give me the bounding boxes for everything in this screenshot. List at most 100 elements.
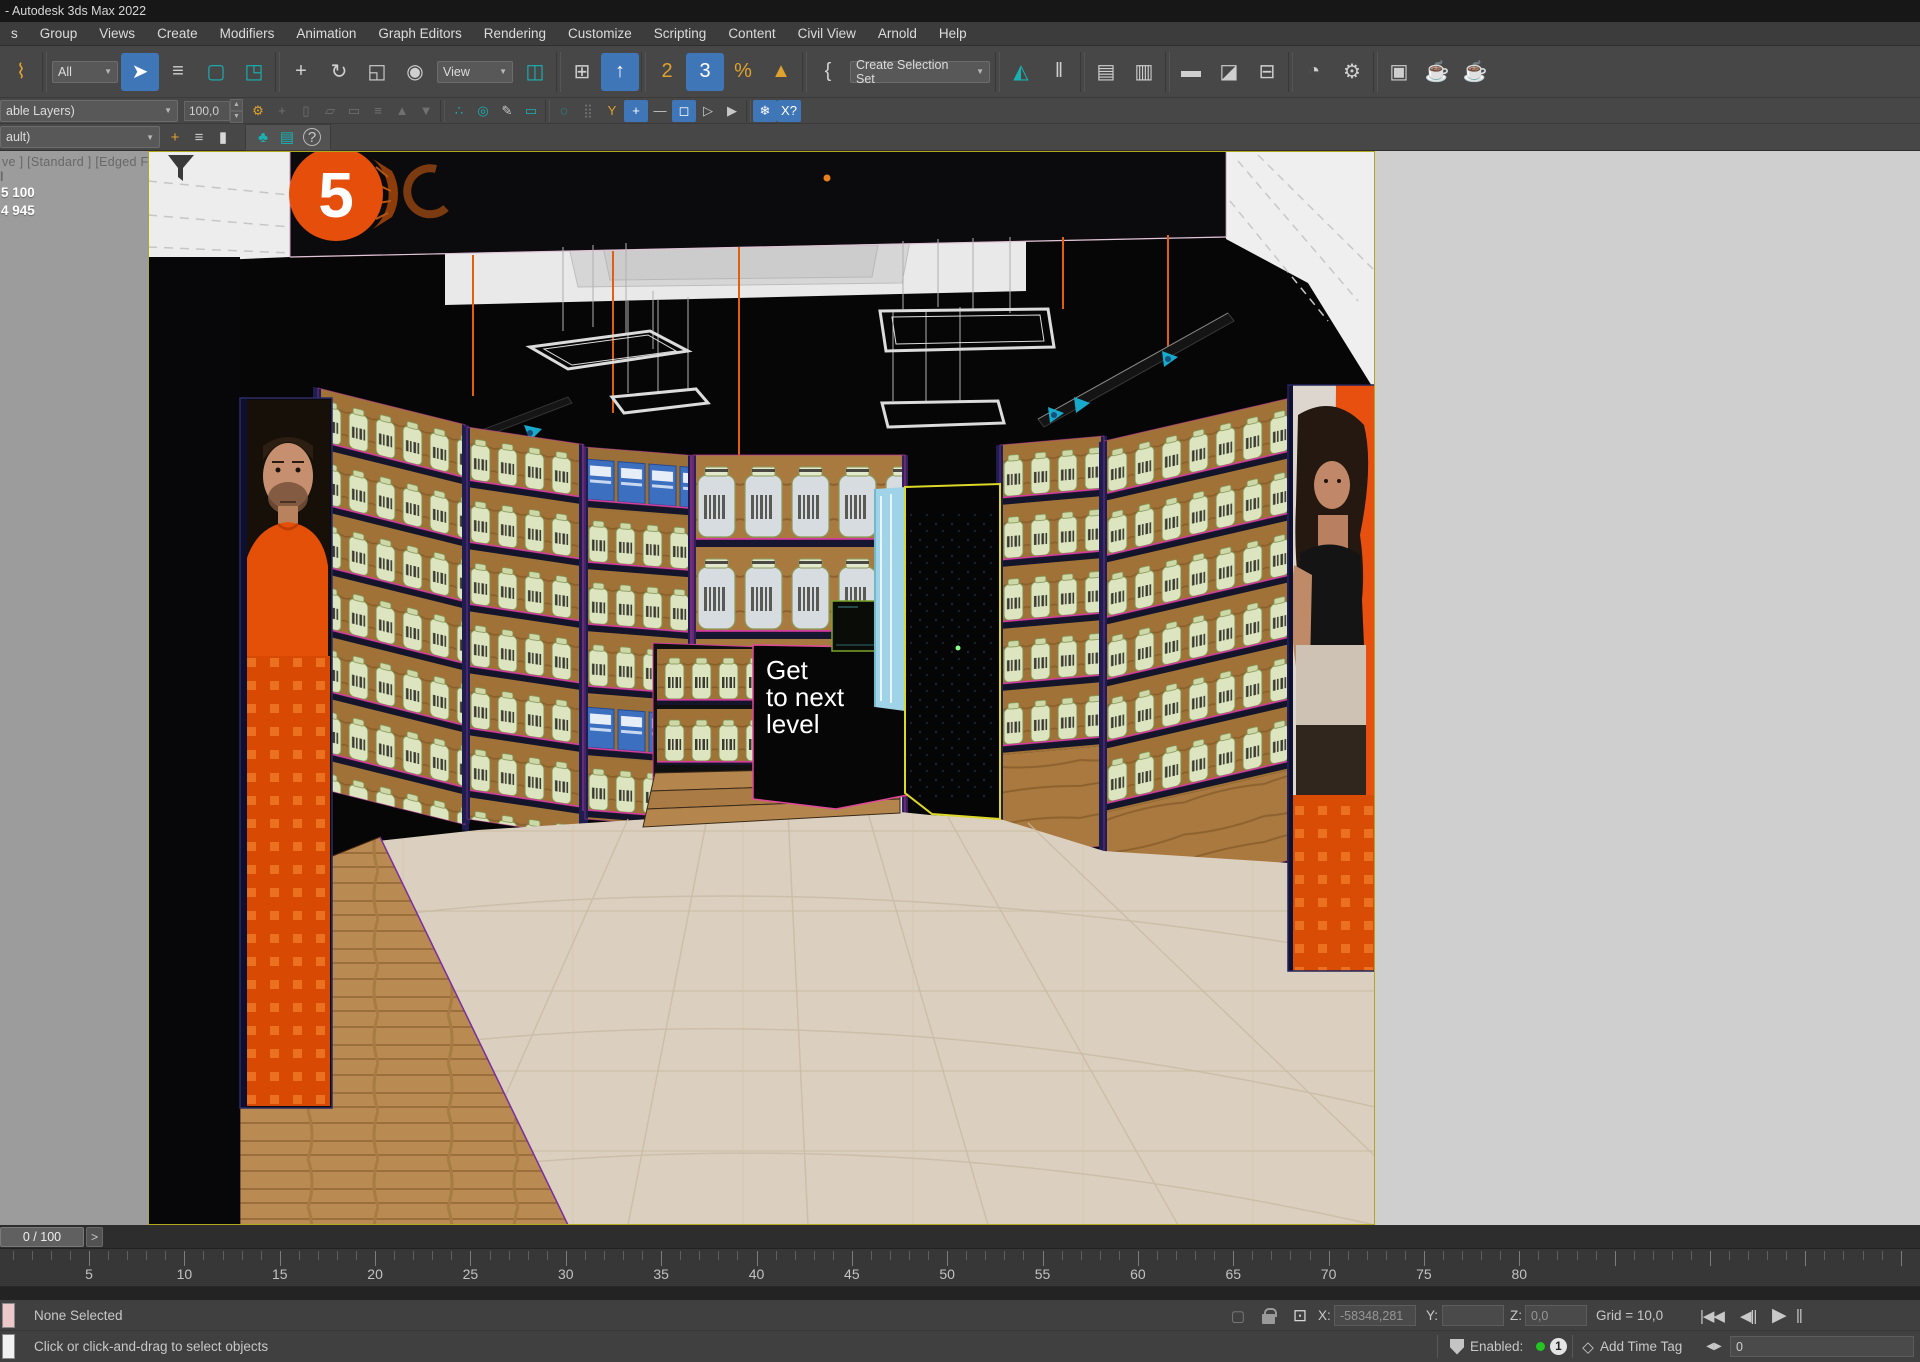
move-gizmo-toggle-icon[interactable]: + [624, 100, 648, 122]
default-combo[interactable]: ault) ▼ [0, 126, 160, 148]
rectangular-selection-region-icon[interactable]: ▢ [197, 53, 235, 91]
edit-named-selection-sets-icon[interactable]: { [809, 53, 847, 91]
snaps-toggle-3d-icon[interactable]: 3 [686, 53, 724, 91]
timeline-ruler[interactable]: 5101520253035404550556065707580 [0, 1249, 1920, 1287]
maxscript-mini-listener[interactable] [2, 1334, 15, 1359]
measure-distance-icon[interactable]: ▭ [519, 100, 543, 122]
viewport-pane-left[interactable]: ve ] [Standard ] [Edged Faces ] l 5 100 … [0, 151, 148, 1225]
create-layer-icon[interactable]: + [163, 126, 187, 148]
select-by-name-icon[interactable]: ≡ [159, 53, 197, 91]
curve-editor-icon[interactable]: ◪ [1210, 53, 1248, 91]
scatter-placement-icon[interactable]: ∴ [447, 100, 471, 122]
selection-region-icon[interactable]: ▢ [1226, 1300, 1250, 1331]
enabled-count-badge[interactable]: 1 [1550, 1338, 1567, 1355]
play-button[interactable]: ▶ [1772, 1300, 1786, 1331]
render-production-icon[interactable]: ☕ [1418, 53, 1456, 91]
selection-lock-icon[interactable] [1262, 1314, 1275, 1324]
notes-document-icon[interactable]: ▤ [275, 126, 299, 148]
vegetation-icon[interactable]: ♣ [251, 126, 275, 148]
select-object-icon[interactable]: ➤ [121, 53, 159, 91]
menu-create[interactable]: Create [146, 22, 209, 46]
menu-content[interactable]: Content [717, 22, 786, 46]
dotted-grid-icon[interactable]: ⣿ [576, 100, 600, 122]
select-and-manipulate-icon[interactable]: ⊞ [563, 53, 601, 91]
material-editor-icon[interactable]: ◔ [1295, 53, 1333, 91]
viewport-pane-right[interactable] [1375, 151, 1920, 1225]
window-crossing-icon[interactable]: ◳ [235, 53, 273, 91]
menu-modifiers[interactable]: Modifiers [209, 22, 286, 46]
help-icon[interactable]: ? [303, 128, 321, 146]
toggle-ribbon-icon[interactable]: ▬ [1172, 53, 1210, 91]
menu-views[interactable]: Views [88, 22, 146, 46]
set-current-layer-icon[interactable]: ▭ [342, 100, 366, 122]
move-layer-down-icon[interactable]: ▼ [414, 100, 438, 122]
offset-gizmo-icon[interactable]: — [648, 100, 672, 122]
keyboard-shortcut-override-icon[interactable]: ↑ [601, 53, 639, 91]
select-and-scale-icon[interactable]: ◱ [358, 53, 396, 91]
menu-scripting[interactable]: Scripting [643, 22, 718, 46]
select-objects-in-layer-icon[interactable]: ▱ [318, 100, 342, 122]
menu-arnold[interactable]: Arnold [867, 22, 928, 46]
bind-to-space-warp-icon[interactable]: ⌇ [2, 53, 40, 91]
named-selection-set-combo[interactable]: Create Selection Set ▼ [850, 61, 990, 83]
menu-graph-editors[interactable]: Graph Editors [367, 22, 472, 46]
menu-cropped[interactable]: s [0, 22, 29, 46]
perspective-viewport[interactable]: 5 [148, 151, 1375, 1225]
x-coordinate-field[interactable]: -58348,281 [1334, 1305, 1416, 1326]
layer-stack-icon[interactable]: ≡ [187, 126, 211, 148]
freeze-transforms-icon[interactable]: ❄ [753, 100, 777, 122]
add-time-tag[interactable]: Add Time Tag [1600, 1331, 1682, 1362]
render-setup-icon[interactable]: ⚙ [1333, 53, 1371, 91]
use-pivot-point-center-icon[interactable]: ◫ [516, 53, 554, 91]
menu-group[interactable]: Group [29, 22, 89, 46]
percent-spinner[interactable]: 100,0 ▲ ▼ [184, 99, 243, 123]
adaptive-degradation-icon[interactable] [1446, 1331, 1468, 1362]
time-slider[interactable]: 0 / 100 > [0, 1225, 1920, 1249]
target-placement-icon[interactable]: ◎ [471, 100, 495, 122]
rotate-gizmo-icon[interactable]: ▷ [696, 100, 720, 122]
layer-settings-icon[interactable]: ⚙ [246, 100, 270, 122]
snaps-toggle-2d-icon[interactable]: 2 [648, 53, 686, 91]
render-iterative-icon[interactable]: ☕ [1456, 53, 1494, 91]
scale-gizmo-toggle-icon[interactable]: ◻ [672, 100, 696, 122]
angle-snap-toggle-icon[interactable]: % [724, 53, 762, 91]
mirror-icon[interactable]: ◭ [1002, 53, 1040, 91]
align-icon[interactable]: ‖ [1040, 53, 1078, 91]
color-swatch-icon[interactable]: ▮ [211, 126, 235, 148]
ik-chain-icon[interactable]: Y [600, 100, 624, 122]
clear-transforms-icon[interactable]: X? [777, 100, 801, 122]
paint-objects-icon[interactable]: ✎ [495, 100, 519, 122]
select-and-move-icon[interactable]: + [282, 53, 320, 91]
spinner-snap-toggle-icon[interactable]: ▲ [762, 53, 800, 91]
move-layer-up-icon[interactable]: ▲ [390, 100, 414, 122]
select-and-rotate-icon[interactable]: ↻ [320, 53, 358, 91]
schematic-view-icon[interactable]: ⊟ [1248, 53, 1286, 91]
maxscript-macro-recorder[interactable] [2, 1303, 15, 1328]
menu-animation[interactable]: Animation [285, 22, 367, 46]
layers-combo[interactable]: able Layers) ▼ [0, 100, 178, 122]
selection-filter-combo[interactable]: All ▼ [52, 61, 118, 83]
go-to-start-button[interactable]: |◀◀ [1700, 1300, 1724, 1331]
select-and-place-icon[interactable]: ◉ [396, 53, 434, 91]
previous-frame-button[interactable]: ◀|| [1740, 1300, 1756, 1331]
current-frame-field[interactable]: 0 [1730, 1336, 1914, 1357]
time-slider-next-button[interactable]: > [86, 1227, 103, 1247]
frame-spinner-arrows-icon[interactable]: ◀▶ [1702, 1331, 1726, 1362]
time-slider-handle[interactable]: 0 / 100 [0, 1227, 84, 1247]
next-frame-button[interactable]: || [1796, 1300, 1802, 1331]
spinner-up-icon[interactable]: ▲ [230, 99, 243, 111]
absolute-mode-icon[interactable]: ⊡ [1288, 1300, 1312, 1331]
menu-rendering[interactable]: Rendering [473, 22, 557, 46]
y-coordinate-field[interactable] [1442, 1305, 1504, 1326]
menu-help[interactable]: Help [928, 22, 978, 46]
delete-layer-icon[interactable]: ▯ [294, 100, 318, 122]
spinner-down-icon[interactable]: ▼ [230, 111, 243, 123]
toggle-scene-explorer-icon[interactable]: ▤ [1087, 53, 1125, 91]
z-coordinate-field[interactable]: 0,0 [1525, 1305, 1587, 1326]
rendered-frame-window-icon[interactable]: ▣ [1380, 53, 1418, 91]
play-gizmo-icon[interactable]: ▶ [720, 100, 744, 122]
reference-coordinate-system-combo[interactable]: View ▼ [437, 61, 513, 83]
create-new-layer-icon[interactable]: + [270, 100, 294, 122]
merge-layers-icon[interactable]: ≡ [366, 100, 390, 122]
toggle-layer-explorer-icon[interactable]: ▥ [1125, 53, 1163, 91]
